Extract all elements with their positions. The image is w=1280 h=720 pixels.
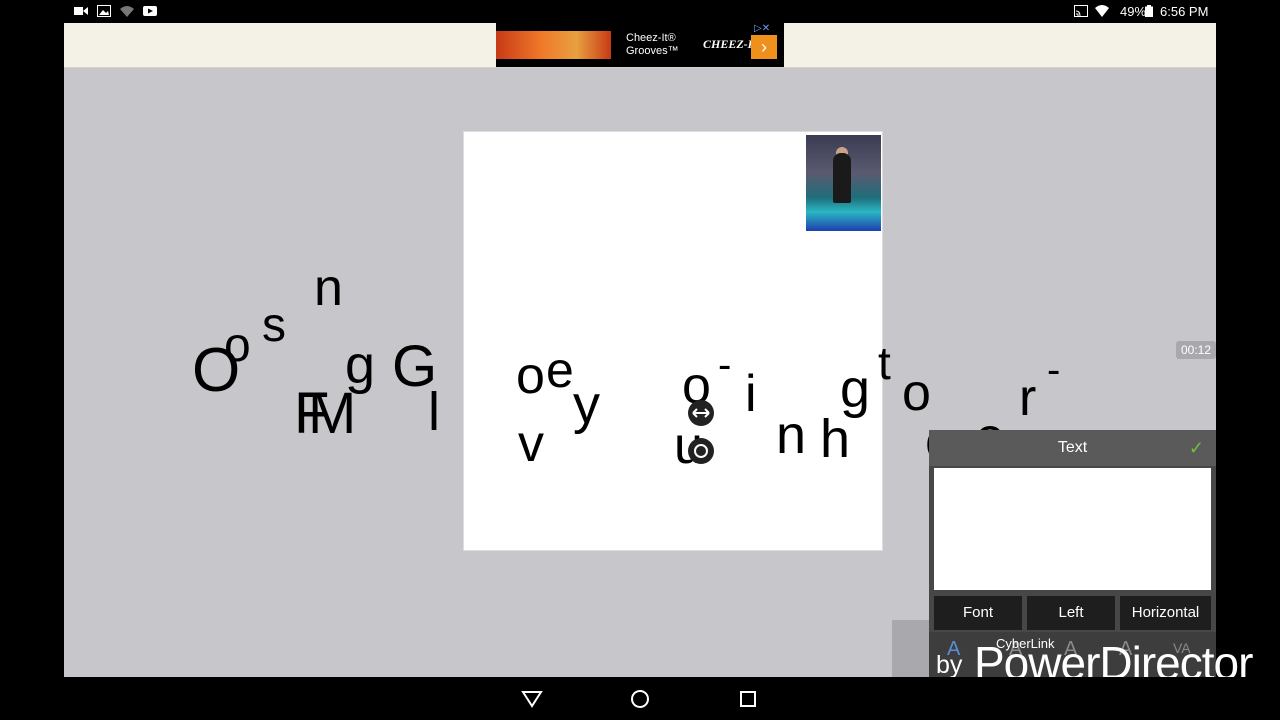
recents-square-icon[interactable] [736, 687, 760, 711]
ad-creative[interactable]: Cheez-It® Grooves™ CHEEZ-IT › ▷✕ [496, 23, 784, 67]
animated-letter: g [840, 359, 871, 419]
text-panel-header: Text ✓ [929, 430, 1216, 466]
animated-letter: v [518, 415, 544, 473]
confirm-check-icon[interactable]: ✓ [1189, 438, 1204, 459]
align-button[interactable]: Left [1027, 596, 1115, 630]
rotate-handle-icon[interactable] [686, 436, 716, 466]
animated-letter: s [262, 299, 286, 352]
font-button[interactable]: Font [934, 596, 1022, 630]
animated-letter: O [192, 336, 241, 405]
animated-letter: i [745, 365, 757, 423]
playback-timer: 00:12 [1176, 341, 1216, 359]
wifi-off-icon [120, 6, 134, 17]
animated-letter: M [308, 381, 357, 446]
animated-letter: n [314, 259, 343, 317]
ad-banner[interactable]: Cheez-It® Grooves™ CHEEZ-IT › ▷✕ [64, 23, 1216, 68]
clock: 6:56 PM [1160, 4, 1209, 19]
watermark-by: by [936, 651, 963, 679]
status-bar: 49% 6:56 PM [0, 0, 1280, 23]
ad-choices-icon[interactable]: ▷✕ [754, 23, 770, 34]
animated-letter: h [820, 409, 851, 469]
text-input-area[interactable] [934, 468, 1211, 590]
animated-letter: r [1019, 369, 1037, 427]
ad-arrow-button[interactable]: › [751, 35, 777, 59]
back-triangle-icon[interactable] [520, 687, 544, 711]
image-icon [97, 5, 111, 17]
ad-product-text: Cheez-It® Grooves™ [626, 32, 679, 58]
animated-letter: - [1047, 348, 1061, 392]
move-handle-icon[interactable] [686, 398, 716, 428]
navigation-bar [0, 677, 1280, 720]
text-panel-title: Text [1057, 439, 1088, 456]
animated-letter: t [878, 337, 891, 389]
video-icon [74, 7, 88, 15]
timeline-edge [892, 620, 929, 677]
youtube-icon [143, 6, 157, 16]
battery-percent: 49% [1120, 4, 1147, 19]
animated-letter: l [428, 382, 440, 442]
ad-product-line2: Grooves™ [626, 45, 679, 57]
animated-letter: e [546, 342, 574, 398]
cast-icon [1074, 5, 1088, 17]
direction-button[interactable]: Horizontal [1120, 596, 1211, 630]
animated-letter: n [776, 405, 807, 465]
home-circle-icon[interactable] [628, 687, 652, 711]
animated-letter: y [573, 375, 600, 435]
battery-icon [1145, 5, 1153, 17]
animated-letter: - [718, 343, 732, 387]
video-thumbnail[interactable] [806, 135, 881, 231]
wifi-icon [1095, 5, 1109, 17]
ad-product-image [496, 31, 611, 59]
thumbnail-person [833, 153, 851, 203]
animated-letter: o [516, 347, 545, 405]
ad-product-line1: Cheez-It® [626, 32, 676, 44]
